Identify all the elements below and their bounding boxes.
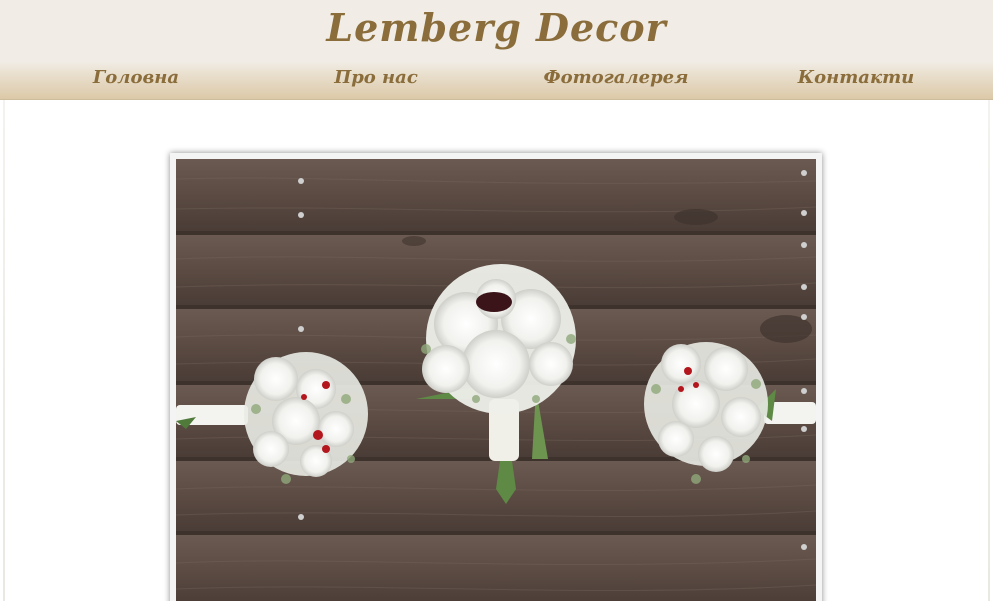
nav-item-about[interactable]: Про нас xyxy=(276,62,476,96)
site-header: Lemberg Decor Головна Про нас Фотогалере… xyxy=(0,0,993,100)
right-frame-line xyxy=(988,100,990,601)
site-title[interactable]: Lemberg Decor xyxy=(0,2,993,54)
gallery-photo-frame xyxy=(170,153,822,601)
bouquets-photo-illustration xyxy=(176,159,816,601)
nav-item-home[interactable]: Головна xyxy=(36,62,236,96)
nav-item-gallery[interactable]: Фотогалерея xyxy=(516,62,716,96)
nav-item-contacts[interactable]: Контакти xyxy=(756,62,956,96)
left-frame-line xyxy=(3,100,5,601)
main-nav: Головна Про нас Фотогалерея Контакти xyxy=(0,62,993,96)
bouquets-photo[interactable] xyxy=(176,159,816,601)
page: Lemberg Decor Головна Про нас Фотогалере… xyxy=(0,0,993,601)
